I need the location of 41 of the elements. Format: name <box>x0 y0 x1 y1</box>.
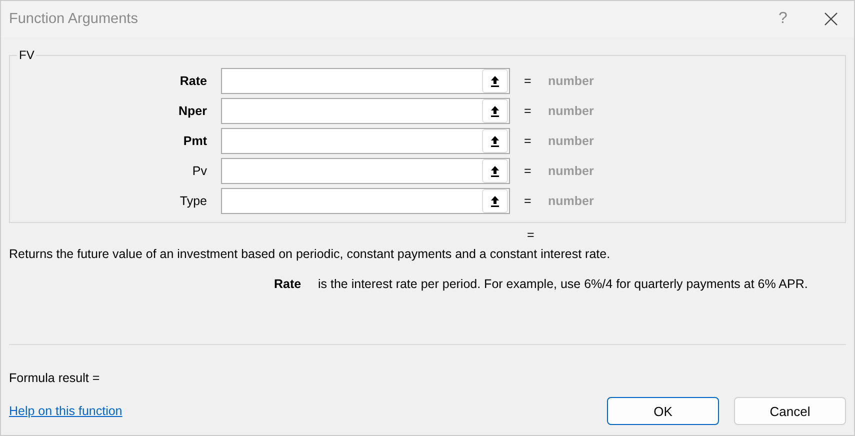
upload-arrow-icon <box>490 135 500 147</box>
argument-input[interactable] <box>221 68 510 94</box>
upload-arrow-icon <box>490 105 500 117</box>
upload-arrow-icon <box>490 195 500 207</box>
collapse-button[interactable] <box>482 99 508 123</box>
formula-result: Formula result = <box>9 371 101 385</box>
upload-arrow-icon <box>490 75 500 87</box>
argument-label: Rate <box>178 74 208 88</box>
function-name: FV <box>18 48 36 62</box>
argument-label: Pmt <box>182 134 208 148</box>
equals-sign: = <box>527 228 536 242</box>
argument-result: number <box>548 134 594 148</box>
collapse-button[interactable] <box>482 129 508 153</box>
equals-sign: = <box>524 74 532 88</box>
argument-result: number <box>548 194 594 208</box>
equals-sign: = <box>524 194 532 208</box>
upload-arrow-icon <box>490 165 500 177</box>
argument-label: Nper <box>178 104 208 118</box>
dialog-button[interactable]: Cancel <box>734 397 846 425</box>
equals-sign: = <box>524 164 532 178</box>
dialog-button[interactable]: OK <box>607 397 719 425</box>
close-icon <box>824 12 838 26</box>
collapse-button[interactable] <box>482 69 508 93</box>
argument-label: Pv <box>191 164 208 178</box>
function-description: Returns the future value of an investment based on periodic, constant payments and a constant interest rate. <box>9 247 612 261</box>
help-link[interactable]: Help on this function <box>9 404 122 418</box>
collapse-button[interactable] <box>482 159 508 183</box>
collapse-button[interactable] <box>482 189 508 213</box>
equals-sign: = <box>524 134 532 148</box>
argument-result: number <box>548 74 594 88</box>
argument-description: is the interest rate per period. For example, use 6%/4 for quarterly payments at 6% APR. <box>318 277 808 291</box>
argument-label: Type <box>178 194 208 208</box>
argument-input[interactable] <box>221 128 510 154</box>
argument-name: Rate <box>274 277 302 291</box>
window-title: Function Arguments <box>9 11 139 27</box>
argument-result: number <box>548 164 594 178</box>
argument-input[interactable] <box>221 188 510 214</box>
argument-result: number <box>548 104 594 118</box>
equals-sign: = <box>524 104 532 118</box>
argument-input[interactable] <box>221 98 510 124</box>
argument-input[interactable] <box>221 158 510 184</box>
